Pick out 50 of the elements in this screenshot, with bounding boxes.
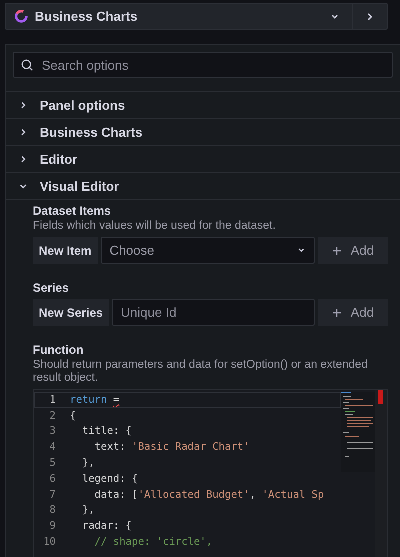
section-header[interactable]: Editor [6,146,400,173]
chevron-icon [19,154,28,164]
line-number: 4 [48,441,56,454]
line-number: 1 [48,394,56,406]
caret-down-icon [297,246,306,255]
section-header[interactable]: Business Charts [6,119,400,146]
field-label: Dataset Items [33,204,112,218]
code-line: return = [70,394,120,406]
add-button[interactable]: Add [318,237,388,264]
line-number: 6 [48,472,56,485]
code-line: // shape: 'circle', [94,536,213,548]
field-label: Series [33,281,70,295]
add-button[interactable]: Add [318,299,388,326]
code-editor[interactable]: 1 return = 2 { 3 title: { 4 text: 'Basic Radar Chart' 5 }, 6 legend: { 7 data: ['Allocated Budget', 'Actual Sp 8 }, 9 radar: { 10 // shape: 'circle', [33,389,388,557]
line-number: 7 [48,488,56,501]
code-line: radar: { [81,520,132,532]
search-field[interactable]: Search options [13,52,393,78]
field-description: Fields which values will be used for the dataset. [33,220,277,233]
visualization-title: Business Charts [35,9,139,24]
ring-logo-icon [14,9,29,24]
input-prefix: New Item [33,237,98,264]
line-number: 9 [48,520,56,532]
line-number: 2 [48,410,56,422]
code-line: }, [81,504,95,516]
code-line: text: 'Basic Radar Chart' [94,441,250,454]
plus-icon [332,246,342,256]
line-number: 8 [48,504,56,516]
section-header[interactable]: Panel options [6,92,400,119]
field-description: Should return parameters and data for setOption() or an extended result object. [33,359,369,385]
code-line: { [70,410,76,422]
line-number: 10 [42,536,56,548]
chevron-icon [19,100,28,110]
unique-id-field[interactable]: Unique Id [112,299,315,326]
chevron-icon [19,182,28,190]
search-icon [21,59,34,72]
visualization-picker[interactable]: Business Charts [5,3,388,30]
input-prefix: New Series [33,299,110,326]
line-number: 5 [48,457,56,470]
plus-icon [332,308,342,318]
field-label: Function [33,343,85,357]
line-number: 3 [48,425,56,438]
section-header[interactable]: Visual Editor [6,173,400,200]
chevron-icon [19,128,28,136]
code-line: data: ['Allocated Budget', 'Actual Sp [94,488,324,501]
scrollbar[interactable] [375,390,387,557]
code-line: title: { [81,425,132,438]
code-line: }, [81,457,95,470]
code-line: legend: { [81,472,138,485]
choose-select[interactable]: Choose [100,237,315,264]
chevron-right-icon[interactable] [365,12,375,22]
